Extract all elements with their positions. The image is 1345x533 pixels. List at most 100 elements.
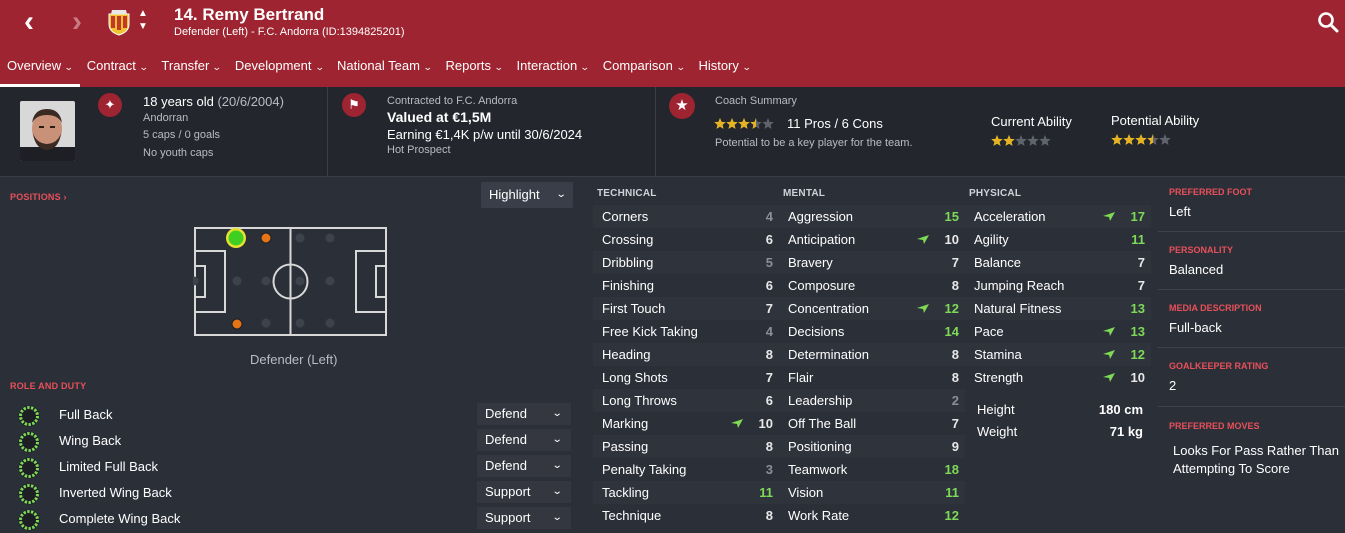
duty-dropdown[interactable]: Defend ⌄	[477, 455, 571, 477]
role-row[interactable]: Wing Back Defend ⌄	[0, 429, 585, 455]
attribute-row[interactable]: Technique 8	[593, 504, 779, 527]
tab-national-team[interactable]: National Team ⌄	[330, 52, 438, 87]
attribute-row[interactable]: Decisions 14	[779, 320, 965, 343]
attribute-value: 8	[765, 439, 773, 454]
attribute-name: Composure	[788, 278, 856, 293]
tab-bar: Overview ⌄ Contract ⌄ Transfer ⌄ Developmen…	[0, 52, 757, 87]
star-filled-icon	[991, 135, 1003, 146]
attribute-row[interactable]: Teamwork 18	[779, 458, 965, 481]
attribute-row[interactable]: Off The Ball 7	[779, 412, 965, 435]
player-youth-caps: No youth caps	[143, 147, 214, 159]
attribute-row[interactable]: Dribbling 5	[593, 251, 779, 274]
duty-dropdown[interactable]: Defend ⌄	[477, 403, 571, 425]
attribute-row[interactable]: Acceleration 17	[965, 205, 1151, 228]
personality-label: PERSONALITY	[1169, 245, 1234, 255]
role-row[interactable]: Limited Full Back Defend ⌄	[0, 455, 585, 481]
attribute-row[interactable]: Vision 11	[779, 481, 965, 504]
preferred-move-line-1[interactable]: Looks For Pass Rather Than	[1173, 443, 1339, 458]
attribute-value: 6	[765, 278, 773, 293]
attribute-row[interactable]: Tackling 11	[593, 481, 779, 504]
attribute-row[interactable]: Concentration 12	[779, 297, 965, 320]
role-row[interactable]: Complete Wing Back Support ⌄	[0, 507, 585, 533]
attribute-row[interactable]: First Touch 7	[593, 297, 779, 320]
attribute-row[interactable]: Strength 10	[965, 366, 1151, 389]
attribute-row[interactable]: Leadership 2	[779, 389, 965, 412]
attribute-name: Corners	[602, 209, 649, 224]
attribute-value: 4	[765, 324, 773, 339]
role-suitability-icon	[18, 483, 40, 505]
attribute-row[interactable]: Pace 13	[965, 320, 1151, 343]
star-icon	[762, 118, 774, 129]
player-switch-icon[interactable]: ▲ ▼	[137, 7, 149, 35]
positions-label: POSITIONS	[10, 192, 61, 202]
contract-badge-icon: ⚑	[342, 93, 366, 117]
tab-transfer[interactable]: Transfer ⌄	[154, 52, 227, 87]
attribute-row[interactable]: Marking 10	[593, 412, 779, 435]
tab-label: Interaction	[516, 58, 578, 73]
duty-dropdown[interactable]: Defend ⌄	[477, 429, 571, 451]
attribute-row[interactable]: Agility 11	[965, 228, 1151, 251]
back-arrow-icon[interactable]: ‹	[14, 6, 44, 38]
attribute-row[interactable]: Heading 8	[593, 343, 779, 366]
highlight-value: Highlight	[489, 187, 540, 202]
attribute-row[interactable]: Corners 4	[593, 205, 779, 228]
attribute-row[interactable]: Flair 8	[779, 366, 965, 389]
current-ability-stars	[991, 135, 1051, 146]
attribute-row[interactable]: Free Kick Taking 4	[593, 320, 779, 343]
chevron-down-icon: ⌄	[314, 62, 325, 72]
duty-dropdown[interactable]: Support ⌄	[477, 507, 571, 529]
attribute-value: 7	[765, 301, 773, 316]
role-name: Wing Back	[59, 433, 122, 448]
trend-up-arrow-icon	[1103, 212, 1115, 221]
attribute-row[interactable]: Bravery 7	[779, 251, 965, 274]
chevron-right-icon: ›	[63, 192, 67, 202]
search-icon[interactable]	[1316, 10, 1340, 34]
role-suitability-icon	[18, 509, 40, 531]
attribute-row[interactable]: Finishing 6	[593, 274, 779, 297]
attribute-row[interactable]: Anticipation 10	[779, 228, 965, 251]
attribute-name: Balance	[974, 255, 1021, 270]
attribute-value: 7	[1137, 255, 1145, 270]
attribute-name: Vision	[788, 485, 824, 500]
attribute-name: Long Shots	[602, 370, 668, 385]
attribute-row[interactable]: Long Throws 6	[593, 389, 779, 412]
tab-contract[interactable]: Contract ⌄	[80, 52, 155, 87]
attribute-row[interactable]: Work Rate 12	[779, 504, 965, 527]
attribute-row[interactable]: Composure 8	[779, 274, 965, 297]
attribute-row[interactable]: Balance 7	[965, 251, 1151, 274]
attribute-name: Penalty Taking	[602, 462, 687, 477]
club-crest-icon	[108, 10, 130, 36]
attribute-row[interactable]: Crossing 6	[593, 228, 779, 251]
preferred-move-line-2[interactable]: Attempting To Score	[1173, 461, 1290, 476]
highlight-dropdown[interactable]: Highlight ⌄	[481, 182, 573, 208]
attribute-row[interactable]: Aggression 15	[779, 205, 965, 228]
attribute-row[interactable]: Determination 8	[779, 343, 965, 366]
role-name: Limited Full Back	[59, 459, 158, 474]
tab-interaction[interactable]: Interaction ⌄	[510, 52, 596, 87]
page-subtitle: Defender (Left) - F.C. Andorra (ID:13948…	[174, 26, 405, 38]
tab-comparison[interactable]: Comparison ⌄	[596, 52, 692, 87]
pros-cons[interactable]: 11 Pros / 6 Cons	[787, 116, 883, 131]
attribute-row[interactable]: Passing 8	[593, 435, 779, 458]
attribute-row[interactable]: Natural Fitness 13	[965, 297, 1151, 320]
role-row[interactable]: Inverted Wing Back Support ⌄	[0, 481, 585, 507]
duty-dropdown[interactable]: Support ⌄	[477, 481, 571, 503]
duty-value: Defend	[485, 458, 527, 473]
attribute-row[interactable]: Stamina 12	[965, 343, 1151, 366]
attribute-value: 7	[951, 255, 959, 270]
forward-arrow-icon[interactable]: ›	[62, 6, 92, 38]
duty-value: Support	[485, 484, 531, 499]
tab-development[interactable]: Development ⌄	[228, 52, 330, 87]
attribute-row[interactable]: Jumping Reach 7	[965, 274, 1151, 297]
attribute-row[interactable]: Positioning 9	[779, 435, 965, 458]
role-row[interactable]: Full Back Defend ⌄	[0, 403, 585, 429]
tab-overview[interactable]: Overview ⌄	[0, 52, 80, 87]
positions-heading[interactable]: POSITIONS ›	[10, 192, 67, 202]
tab-reports[interactable]: Reports ⌄	[438, 52, 509, 87]
divider	[1158, 231, 1345, 232]
attribute-row[interactable]: Long Shots 7	[593, 366, 779, 389]
trend-up-arrow-icon	[731, 419, 743, 428]
attribute-row[interactable]: Penalty Taking 3	[593, 458, 779, 481]
attribute-value: 12	[1130, 347, 1145, 362]
tab-history[interactable]: History ⌄	[691, 52, 757, 87]
